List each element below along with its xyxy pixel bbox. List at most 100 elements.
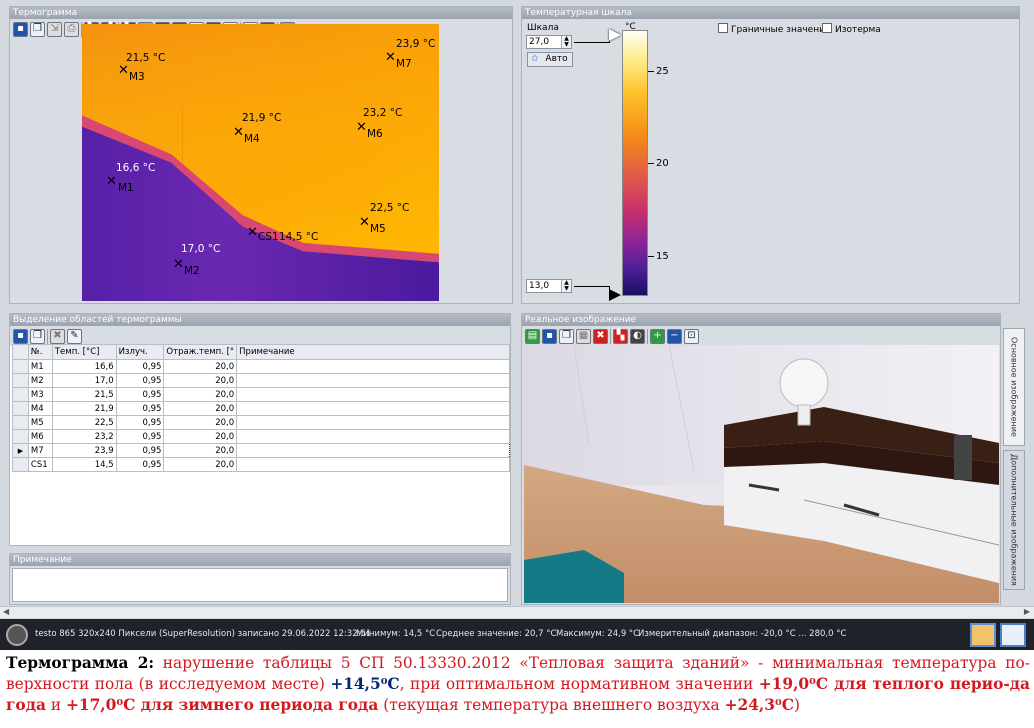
- table-cell[interactable]: 20,0: [163, 415, 238, 430]
- zoom-out-icon[interactable]: −: [667, 328, 682, 344]
- table-cell[interactable]: [236, 359, 510, 374]
- table-cell[interactable]: 0,95: [115, 401, 165, 416]
- table-cell[interactable]: 22,5: [51, 415, 117, 430]
- save-icon[interactable]: ▪: [13, 21, 28, 37]
- real-photo[interactable]: [524, 345, 999, 603]
- table-cell[interactable]: 14,5: [51, 457, 117, 472]
- tool-icon[interactable]: ✎: [67, 328, 82, 344]
- table-cell[interactable]: [236, 401, 510, 416]
- table-cell[interactable]: [236, 373, 510, 388]
- row-selector[interactable]: [12, 457, 29, 472]
- scroll-right-icon[interactable]: ▶: [1024, 607, 1030, 616]
- row-selector[interactable]: [12, 387, 29, 402]
- table-cell[interactable]: 21,5: [51, 387, 117, 402]
- checkbox-box[interactable]: [822, 23, 832, 33]
- table-row[interactable]: ▶ M7 23,9 0,95 20,0: [12, 443, 510, 458]
- table-row[interactable]: M3 21,5 0,95 20,0: [12, 387, 510, 402]
- column-header[interactable]: Темп. [°C]: [51, 344, 117, 360]
- table-cell[interactable]: 20,0: [163, 387, 238, 402]
- table-cell[interactable]: M2: [27, 373, 53, 388]
- column-header[interactable]: Примечание: [236, 344, 510, 360]
- table-cell[interactable]: 0,95: [115, 443, 165, 458]
- table-cell[interactable]: M5: [27, 415, 53, 430]
- table-cell[interactable]: 21,9: [51, 401, 117, 416]
- scale-min-arrow-icon[interactable]: [609, 289, 621, 301]
- thermal-image[interactable]: 21,5 °C ✕ M3 23,9 °C ✕ M7 21,9 °C ✕ M4 2…: [82, 24, 439, 301]
- window-icon[interactable]: [970, 623, 996, 647]
- table-row[interactable]: CS1 14,5 0,95 20,0: [12, 457, 510, 472]
- table-cell[interactable]: M6: [27, 429, 53, 444]
- table-cell[interactable]: 0,95: [115, 359, 165, 374]
- table-row[interactable]: M4 21,9 0,95 20,0: [12, 401, 510, 416]
- export-icon[interactable]: ⇲: [47, 21, 62, 37]
- table-cell[interactable]: CS1: [27, 457, 53, 472]
- horizontal-scrollbar[interactable]: ◀ ▶: [0, 606, 1034, 618]
- row-selector[interactable]: ▶: [12, 443, 29, 458]
- table-cell[interactable]: 23,9: [51, 443, 117, 458]
- delete-icon[interactable]: ✖: [593, 328, 608, 344]
- table-cell[interactable]: M7: [27, 443, 53, 458]
- table-row[interactable]: M5 22,5 0,95 20,0: [12, 415, 510, 430]
- table-row[interactable]: M2 17,0 0,95 20,0: [12, 373, 510, 388]
- zoom-fit-icon[interactable]: ⊡: [684, 328, 699, 344]
- tab-main-image[interactable]: Основное изображение: [1003, 328, 1025, 446]
- table-cell[interactable]: 23,2: [51, 429, 117, 444]
- table-cell[interactable]: 20,0: [163, 373, 238, 388]
- table-cell[interactable]: [236, 443, 510, 458]
- column-header[interactable]: №.: [27, 344, 53, 360]
- open-icon[interactable]: ▤: [525, 328, 540, 344]
- table-cell[interactable]: 0,95: [115, 373, 165, 388]
- table-cell[interactable]: M4: [27, 401, 53, 416]
- table-cell[interactable]: M1: [27, 359, 53, 374]
- checkbox-box[interactable]: [718, 23, 728, 33]
- scale-min-input[interactable]: 13,0 ▲ ▼: [526, 279, 572, 293]
- table-row[interactable]: M6 23,2 0,95 20,0: [12, 429, 510, 444]
- table-cell[interactable]: [236, 457, 510, 472]
- table-cell[interactable]: 0,95: [115, 387, 165, 402]
- grid-icon[interactable]: ▦: [576, 328, 591, 344]
- table-cell[interactable]: [236, 429, 510, 444]
- table-cell[interactable]: 20,0: [163, 429, 238, 444]
- delete-icon[interactable]: ✖: [50, 328, 65, 344]
- copy-icon[interactable]: ❐: [30, 21, 45, 37]
- palette-icon[interactable]: ▚: [613, 328, 628, 344]
- copy-icon[interactable]: ❐: [559, 328, 574, 344]
- table-cell[interactable]: 20,0: [163, 457, 238, 472]
- spinner-arrows-icon[interactable]: ▲ ▼: [561, 280, 571, 292]
- boundary-checkbox[interactable]: Граничные значения: [718, 23, 830, 35]
- scroll-left-icon[interactable]: ◀: [3, 607, 9, 616]
- isotherm-checkbox[interactable]: Изотерма: [822, 23, 881, 35]
- contrast-icon[interactable]: ◐: [630, 328, 645, 344]
- scale-max-arrow-icon[interactable]: [609, 29, 621, 41]
- row-selector[interactable]: [12, 415, 29, 430]
- copy-icon[interactable]: ❐: [30, 328, 45, 344]
- zoom-in-icon[interactable]: +: [650, 328, 665, 344]
- print-icon[interactable]: ⎙: [64, 21, 79, 37]
- table-cell[interactable]: 16,6: [51, 359, 117, 374]
- table-cell[interactable]: 0,95: [115, 429, 165, 444]
- row-selector[interactable]: [12, 359, 29, 374]
- table-cell[interactable]: M3: [27, 387, 53, 402]
- scale-max-input[interactable]: 27,0 ▲ ▼: [526, 35, 572, 49]
- color-scale-bar[interactable]: [622, 30, 648, 296]
- spinner-arrows-icon[interactable]: ▲ ▼: [561, 36, 571, 48]
- note-textarea[interactable]: [12, 568, 508, 602]
- save-icon[interactable]: ▪: [13, 328, 28, 344]
- table-cell[interactable]: [236, 415, 510, 430]
- table-cell[interactable]: 20,0: [163, 443, 238, 458]
- column-header[interactable]: Излуч.: [115, 344, 165, 360]
- table-cell[interactable]: 0,95: [115, 415, 165, 430]
- table-cell[interactable]: 20,0: [163, 359, 238, 374]
- auto-button[interactable]: ✩ Авто: [527, 52, 573, 67]
- row-selector[interactable]: [12, 429, 29, 444]
- row-selector[interactable]: [12, 373, 29, 388]
- table-cell[interactable]: 20,0: [163, 401, 238, 416]
- tab-extra-images[interactable]: Дополнительные изображения: [1003, 450, 1025, 590]
- column-header[interactable]: Отраж.темп. [°: [163, 344, 238, 360]
- table-row[interactable]: M1 16,6 0,95 20,0: [12, 359, 510, 374]
- window-stack-icon[interactable]: [1000, 623, 1026, 647]
- row-selector[interactable]: [12, 401, 29, 416]
- table-cell[interactable]: 0,95: [115, 457, 165, 472]
- table-cell[interactable]: [236, 387, 510, 402]
- save-icon[interactable]: ▪: [542, 328, 557, 344]
